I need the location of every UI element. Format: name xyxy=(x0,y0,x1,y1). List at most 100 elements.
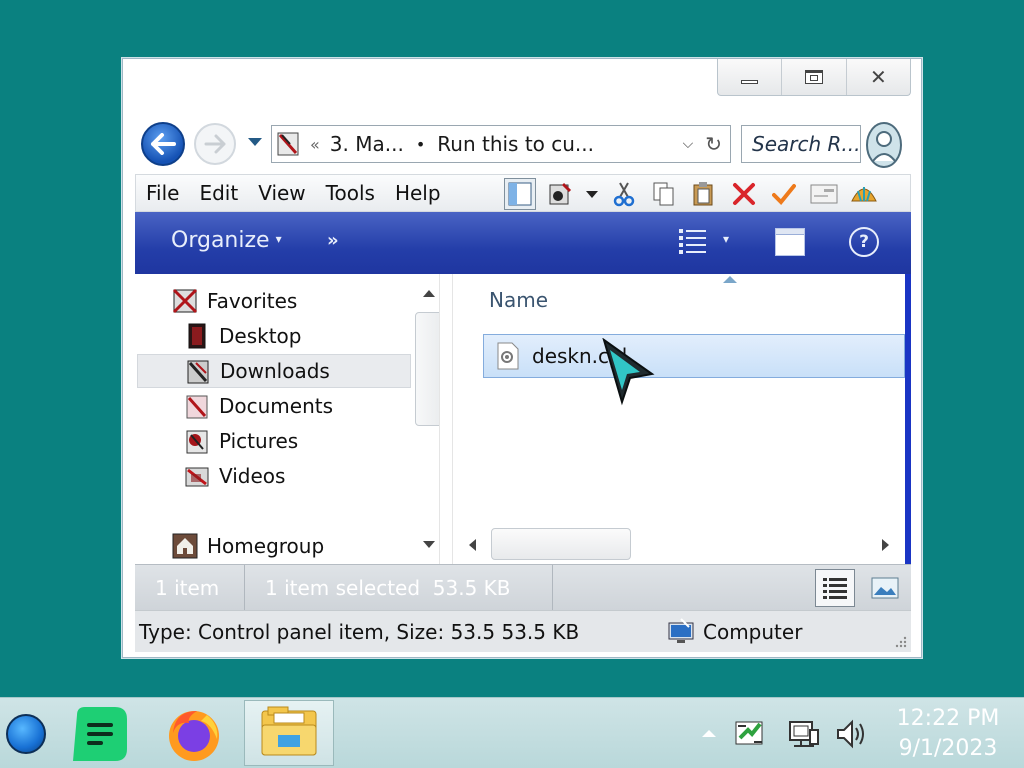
tree-item-downloads[interactable]: Downloads xyxy=(137,354,411,388)
checkmark-button[interactable] xyxy=(768,178,800,210)
copy-icon xyxy=(653,182,674,206)
maximize-button[interactable] xyxy=(782,59,847,95)
tree-item-videos[interactable]: Videos xyxy=(183,459,285,493)
change-view-icon[interactable] xyxy=(677,226,709,258)
command-bar: Organize ▾ » ▾ ? xyxy=(135,212,911,274)
view-options-chevron-icon[interactable]: ▾ xyxy=(723,232,729,246)
search-placeholder: Search R... xyxy=(752,132,861,156)
menu-file[interactable]: File xyxy=(136,181,189,205)
tree-item-label: Documents xyxy=(219,394,334,418)
details-bar: Type: Control panel item, Size: 53.5 53.… xyxy=(135,610,911,652)
tree-item-label: Videos xyxy=(219,464,286,488)
mail-button[interactable] xyxy=(808,178,840,210)
shell-button[interactable] xyxy=(848,178,880,210)
delete-icon xyxy=(733,183,755,205)
user-icon[interactable] xyxy=(865,121,903,169)
menu-help[interactable]: Help xyxy=(385,181,451,205)
close-button[interactable]: ✕ xyxy=(847,59,910,95)
address-segment-1[interactable]: 3. Ma... xyxy=(330,132,404,156)
address-chevron[interactable]: « xyxy=(310,135,320,154)
copy-button[interactable] xyxy=(648,178,680,210)
sort-ascending-icon xyxy=(723,276,737,283)
scroll-up-arrow-icon[interactable] xyxy=(423,290,435,297)
notes-app-icon xyxy=(73,707,127,761)
refresh-icon[interactable]: ↻ xyxy=(705,132,722,156)
menu-tools[interactable]: Tools xyxy=(316,181,385,205)
file-list-horizontal-scrollbar[interactable] xyxy=(455,528,905,560)
volume-icon[interactable] xyxy=(834,716,870,752)
details-view-button[interactable] xyxy=(815,569,855,607)
tree-item-favorites[interactable]: Favorites xyxy=(171,284,297,318)
more-commands-button[interactable]: » xyxy=(327,230,339,251)
tree-item-desktop[interactable]: Desktop xyxy=(183,319,301,353)
navigation-pane: Favorites Desktop Downloads Documents Pi… xyxy=(135,274,451,564)
pane-splitter[interactable] xyxy=(439,274,453,564)
network-transfer-icon[interactable] xyxy=(732,716,768,752)
toolbar xyxy=(504,175,880,213)
address-segment-2[interactable]: Run this to cu... xyxy=(437,132,594,156)
file-item[interactable]: deskn.cpl xyxy=(483,334,905,378)
large-icons-view-button[interactable] xyxy=(865,569,905,607)
control-panel-file-icon xyxy=(497,342,519,370)
menu-bar: File Edit View Tools Help xyxy=(135,174,911,212)
minimize-button[interactable] xyxy=(718,59,783,95)
network-icon[interactable] xyxy=(786,716,822,752)
address-bar[interactable]: « 3. Ma... • Run this to cu... ⌵ ↻ xyxy=(271,125,731,163)
cut-button[interactable] xyxy=(608,178,640,210)
clock-time: 12:22 PM xyxy=(896,706,1000,731)
tree-item-documents[interactable]: Documents xyxy=(183,389,333,423)
status-item-count: 1 item xyxy=(135,564,245,611)
tree-item-pictures[interactable]: Pictures xyxy=(183,424,298,458)
organize-button[interactable]: Organize ▾ xyxy=(171,228,282,253)
organize-label: Organize xyxy=(171,228,270,253)
scrollbar-thumb[interactable] xyxy=(491,528,631,560)
file-explorer-icon xyxy=(261,706,317,756)
tree-item-homegroup[interactable]: Homegroup xyxy=(171,529,324,563)
preview-pane-button[interactable] xyxy=(504,178,536,210)
menu-view[interactable]: View xyxy=(248,181,315,205)
checkmark-icon xyxy=(772,184,796,205)
close-icon: ✕ xyxy=(869,65,887,89)
dropdown-icon xyxy=(586,190,598,198)
security-zone: Computer xyxy=(667,617,802,647)
back-button[interactable] xyxy=(141,122,185,166)
properties-button[interactable] xyxy=(544,178,576,210)
downloads-icon xyxy=(187,360,209,384)
firefox-icon xyxy=(169,711,219,761)
back-arrow-icon xyxy=(151,133,176,155)
tree-item-label: Desktop xyxy=(219,324,302,348)
forward-button[interactable] xyxy=(194,123,236,165)
delete-button[interactable] xyxy=(728,178,760,210)
homegroup-icon xyxy=(172,533,198,559)
status-selection: 1 item selected 53.5 KB xyxy=(245,564,553,611)
recent-pages-dropdown[interactable] xyxy=(248,138,262,146)
resize-grip-icon[interactable] xyxy=(895,636,907,648)
favorites-icon xyxy=(172,288,198,314)
scroll-left-arrow-icon[interactable] xyxy=(469,539,476,551)
minimize-icon xyxy=(741,80,759,84)
scroll-right-arrow-icon[interactable] xyxy=(882,539,889,551)
toolbar-dropdown[interactable] xyxy=(584,178,600,210)
scroll-down-arrow-icon[interactable] xyxy=(423,541,435,548)
show-preview-pane-icon[interactable] xyxy=(775,228,805,256)
paste-button[interactable] xyxy=(688,178,720,210)
help-icon[interactable]: ? xyxy=(849,227,879,257)
menu-edit[interactable]: Edit xyxy=(189,181,248,205)
caption-buttons: ✕ xyxy=(717,59,911,96)
taskbar: 12:22 PM 9/1/2023 xyxy=(0,697,1024,768)
properties-icon xyxy=(549,182,572,205)
search-input[interactable]: Search R... xyxy=(741,125,861,163)
system-clock[interactable]: 12:22 PM 9/1/2023 xyxy=(886,704,1010,764)
mail-icon xyxy=(810,184,838,204)
file-list: Name deskn.cpl xyxy=(455,274,905,564)
start-button[interactable] xyxy=(6,714,46,754)
taskbar-notes-app[interactable] xyxy=(70,704,130,764)
folder-icon xyxy=(277,132,299,156)
column-header-name[interactable]: Name xyxy=(489,288,548,312)
taskbar-firefox[interactable] xyxy=(164,704,224,764)
taskbar-file-explorer[interactable] xyxy=(244,700,334,766)
mouse-cursor-icon xyxy=(602,338,655,406)
shell-icon xyxy=(851,187,877,202)
show-hidden-icons-icon[interactable] xyxy=(702,730,716,737)
address-dropdown-icon[interactable]: ⌵ xyxy=(683,136,694,152)
